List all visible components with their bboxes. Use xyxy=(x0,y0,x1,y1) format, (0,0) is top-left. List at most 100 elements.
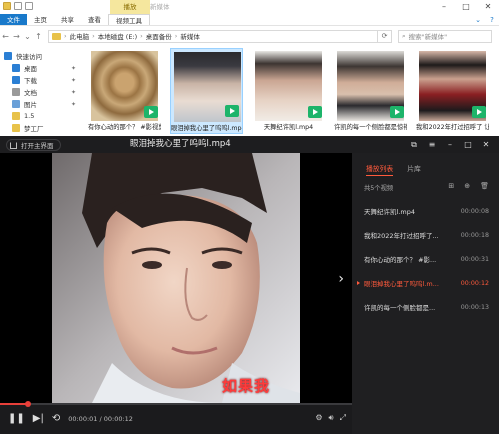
tab-file[interactable]: 文件 xyxy=(0,14,27,25)
address-bar[interactable]: › 此电脑 › 本地磁盘 (E:) › 桌面备份 › 新媒体 xyxy=(48,29,378,43)
search-placeholder: 搜索"新媒体" xyxy=(408,33,448,41)
sidebar-item-desktop[interactable]: 桌面 ✦ xyxy=(0,62,82,74)
video-area[interactable]: 如果我 › xyxy=(0,153,352,403)
video-subtitle: 如果我 xyxy=(222,377,271,395)
playlist-count: 共5个视频 xyxy=(364,185,394,192)
file-grid: 有你心动的那个？ #影视剪 眼泪掉我心里了呜呜l.mp4 天舞纪许凯l.mp4 … xyxy=(88,48,499,136)
playlist-item[interactable]: 有你心动的那个？ #影... 00:00:31 xyxy=(352,247,499,271)
play-icon xyxy=(472,106,486,118)
file-item[interactable]: 我和2022年打过招呼了 让它 xyxy=(416,48,489,134)
forward-icon[interactable]: → xyxy=(11,32,22,41)
pin-icon: ✦ xyxy=(70,100,76,108)
chevron-right-icon[interactable]: › xyxy=(338,271,344,287)
add-file-icon[interactable]: ⊕ xyxy=(464,182,470,190)
breadcrumb-new-media[interactable]: 新媒体 xyxy=(180,31,200,41)
desktop-icon xyxy=(12,64,20,72)
pin-icon: ✦ xyxy=(70,76,76,84)
up-icon[interactable]: ↑ xyxy=(33,32,44,41)
player-title: 眼泪掉我心里了呜呜l.mp4 xyxy=(130,139,231,149)
file-item[interactable]: 有你心动的那个？ #影视剪 xyxy=(88,48,161,134)
tab-library[interactable]: 片库 xyxy=(407,163,421,176)
sidebar-item-pictures[interactable]: 图片 ✦ xyxy=(0,98,82,110)
picture-icon xyxy=(12,100,20,108)
file-item[interactable]: 许凯的每一个侧脸都是惊艳 xyxy=(334,48,407,134)
close-icon[interactable]: ✕ xyxy=(477,0,499,14)
navigation-pane: 快速访问 桌面 ✦ 下载 ✦ 文档 ✦ 图片 ✦ 1.5 梦工厂 xyxy=(0,50,82,136)
time-display: 00:00:01 / 00:00:12 xyxy=(68,414,133,423)
tab-playlist[interactable]: 播放列表 xyxy=(366,163,394,176)
time-current: 00:00:01 xyxy=(68,414,98,423)
tab-view[interactable]: 查看 xyxy=(81,14,108,25)
ribbon-tabs: 文件 主页 共享 查看 视频工具 ⌄ ? xyxy=(0,14,499,26)
sidebar-item-1-5[interactable]: 1.5 xyxy=(0,110,82,122)
delete-icon[interactable]: 🗑︎ xyxy=(480,182,489,190)
playlist-item-active[interactable]: 眼泪掉我心里了呜呜l.m... 00:00:12 xyxy=(352,271,499,295)
close-icon[interactable]: ✕ xyxy=(479,140,493,149)
menu-icon[interactable]: ≡ xyxy=(425,140,439,149)
file-explorer-window: 播放 新媒体 – □ ✕ 文件 主页 共享 查看 视频工具 ⌄ ? ← → ⌄ … xyxy=(0,0,499,136)
navigation-bar: ← → ⌄ ↑ › 此电脑 › 本地磁盘 (E:) › 桌面备份 › 新媒体 ⟳… xyxy=(0,28,499,44)
pause-icon[interactable]: ❚❚ xyxy=(8,413,25,424)
sidebar-item-downloads[interactable]: 下载 ✦ xyxy=(0,74,82,86)
play-icon xyxy=(390,106,404,118)
sidebar-item-dream-factory[interactable]: 梦工厂 xyxy=(0,122,82,134)
playlist-panel: 播放列表 片库 共5个视频 ⊞ ⊕ 🗑︎ 天舞纪许凯l.mp4 00:00:08… xyxy=(352,153,499,434)
minimize-icon[interactable]: – xyxy=(433,0,455,14)
maximize-icon[interactable]: □ xyxy=(461,140,475,149)
progress-handle[interactable] xyxy=(25,401,32,407)
search-input[interactable]: ⌕ 搜索"新媒体" xyxy=(398,29,492,43)
screen-cast-icon[interactable]: ⧉ xyxy=(407,140,421,150)
new-folder-icon[interactable] xyxy=(25,2,33,10)
open-main-window-button[interactable]: 打开主界面 xyxy=(6,139,61,151)
folder-icon xyxy=(12,112,20,120)
context-tab-play[interactable]: 播放 xyxy=(110,0,150,14)
chevron-down-icon[interactable]: ⌄ xyxy=(471,14,485,25)
video-frame xyxy=(52,153,300,403)
pin-icon: ✦ xyxy=(70,64,76,72)
time-total: 00:00:12 xyxy=(103,414,133,423)
play-icon xyxy=(144,106,158,118)
settings-icon[interactable]: ⚙ xyxy=(315,413,322,423)
progress-bar[interactable] xyxy=(0,401,352,407)
maximize-icon[interactable]: □ xyxy=(455,0,477,14)
next-track-icon[interactable]: ▶| xyxy=(33,413,44,424)
video-player-window: 打开主界面 眼泪掉我心里了呜呜l.mp4 ⧉ ≡ – □ ✕ 如果我 › ❚❚ … xyxy=(0,136,499,434)
file-item-selected[interactable]: 眼泪掉我心里了呜呜l.mp4 xyxy=(170,48,243,134)
sidebar-item-documents[interactable]: 文档 ✦ xyxy=(0,86,82,98)
player-controls: ❚❚ ▶| ⟲ 00:00:01 / 00:00:12 ⚙ 🔊︎ ⤢ xyxy=(0,401,352,434)
tab-share[interactable]: 共享 xyxy=(54,14,81,25)
volume-icon[interactable]: 🔊︎ xyxy=(329,413,334,423)
quick-access-toolbar xyxy=(3,2,33,10)
playlist-item[interactable]: 许凯的每一个侧脸都是... 00:00:13 xyxy=(352,295,499,319)
window-title: 新媒体 xyxy=(150,3,170,11)
refresh-icon[interactable]: ⟳ xyxy=(378,29,392,43)
breadcrumb-this-pc[interactable]: 此电脑 xyxy=(70,31,90,41)
file-item[interactable]: 天舞纪许凯l.mp4 xyxy=(252,48,325,134)
folder-icon xyxy=(12,124,20,132)
play-icon xyxy=(308,106,322,118)
progress-fill xyxy=(0,403,29,405)
document-icon xyxy=(12,88,20,96)
add-folder-icon[interactable]: ⊞ xyxy=(448,182,454,190)
video-frame-image xyxy=(52,153,300,403)
back-icon[interactable]: ← xyxy=(0,32,11,41)
breadcrumb-drive[interactable]: 本地磁盘 (E:) xyxy=(98,31,137,41)
breadcrumb-desktop-backup[interactable]: 桌面备份 xyxy=(146,31,172,41)
search-icon: ⌕ xyxy=(402,31,406,40)
player-title-bar: 打开主界面 眼泪掉我心里了呜呜l.mp4 ⧉ ≡ – □ ✕ xyxy=(0,136,499,153)
playback-speed-icon[interactable]: ⟲ xyxy=(52,413,60,424)
recent-locations-icon[interactable]: ⌄ xyxy=(22,32,33,41)
fullscreen-icon[interactable]: ⤢ xyxy=(340,413,346,423)
minimize-icon[interactable]: – xyxy=(443,140,457,149)
sidebar-item-quick-access[interactable]: 快速访问 xyxy=(0,50,82,62)
playlist-item[interactable]: 我和2022年打过招呼了... 00:00:18 xyxy=(352,223,499,247)
playlist-item[interactable]: 天舞纪许凯l.mp4 00:00:08 xyxy=(352,199,499,223)
tab-home[interactable]: 主页 xyxy=(27,14,54,25)
title-bar: 播放 新媒体 – □ ✕ xyxy=(0,0,499,14)
tab-video-tools[interactable]: 视频工具 xyxy=(108,14,150,25)
folder-icon xyxy=(52,32,61,40)
properties-icon[interactable] xyxy=(14,2,22,10)
star-icon xyxy=(4,52,12,60)
help-icon[interactable]: ? xyxy=(485,14,499,25)
download-icon xyxy=(12,76,20,84)
